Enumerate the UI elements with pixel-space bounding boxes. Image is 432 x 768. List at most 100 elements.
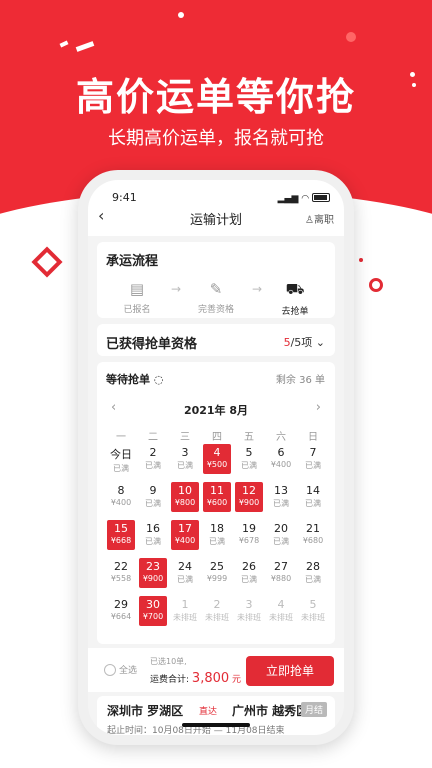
calendar-day[interactable]: 24 已满 [171, 558, 199, 588]
day-price: 未排班 [237, 613, 261, 622]
step-registered: ▤ 已报名 [107, 280, 167, 315]
calendar-day[interactable]: 23 ¥900 [139, 558, 167, 588]
calendar-day[interactable]: 14 已满 [299, 482, 327, 512]
day-number: 21 [306, 522, 320, 535]
arrow-icon: → [171, 282, 182, 296]
day-price: 已满 [305, 575, 321, 584]
day-number: 17 [178, 522, 192, 535]
day-price: 已满 [273, 499, 289, 508]
day-price: ¥558 [110, 574, 132, 583]
status-icons: ▂▄▆ ◠ [278, 192, 330, 204]
next-month-button[interactable]: › [316, 400, 321, 415]
settlement-badge: 月结 [300, 702, 327, 717]
day-number: 3 [245, 598, 253, 611]
day-number: 12 [242, 484, 256, 497]
day-number: 15 [114, 522, 128, 535]
calendar-day[interactable]: 19 ¥678 [235, 520, 263, 550]
day-price: 未排班 [301, 613, 325, 622]
step-grab[interactable]: ⛟ 去抢单 [265, 280, 325, 317]
day-number: 30 [146, 598, 160, 611]
day-number: 4 [277, 598, 285, 611]
day-number: 28 [306, 560, 320, 573]
confetti-dot [412, 83, 416, 87]
calendar-day[interactable]: 25 ¥999 [203, 558, 231, 588]
remaining-count: 剩余 36 单 [275, 375, 325, 386]
calendar-day[interactable]: 30 ¥700 [139, 596, 167, 626]
day-price: 已满 [305, 461, 321, 470]
select-all-radio[interactable] [104, 664, 116, 676]
calendar-day[interactable]: 11 ¥600 [203, 482, 231, 512]
day-number: 29 [114, 598, 128, 611]
route-card[interactable]: 深圳市 罗湖区 直达 广州市 越秀区 月结 起止时间：10月08日开始 — 11… [97, 696, 335, 735]
calendar-day[interactable]: 2 未排班 [203, 596, 231, 626]
resign-label: 离职 [314, 215, 334, 226]
day-price: ¥900 [142, 574, 164, 583]
signal-icon: ▂▄▆ [277, 194, 299, 204]
calendar-day[interactable]: 22 ¥558 [107, 558, 135, 588]
calendar-day[interactable]: 1 未排班 [171, 596, 199, 626]
day-price: ¥400 [270, 460, 292, 469]
document-icon: ▤ [129, 280, 145, 298]
calendar-day[interactable]: 5 未排班 [299, 596, 327, 626]
day-price: 未排班 [173, 613, 197, 622]
day-number: 23 [146, 560, 160, 573]
day-number: 13 [274, 484, 288, 497]
calendar-day[interactable]: 5 已满 [235, 444, 263, 474]
phone-screen: 9:41 ▂▄▆ ◠ ‹ 运输计划 ♙离职 承运流程 ▤ 已报名 → ✎ 完善资… [88, 180, 344, 735]
day-price: ¥668 [110, 536, 132, 545]
day-number: 22 [114, 560, 128, 573]
day-number: 6 [277, 446, 285, 459]
grab-order-button[interactable]: 立即抢单 [246, 656, 334, 686]
calendar-day[interactable]: 17 ¥400 [171, 520, 199, 550]
calendar-day[interactable]: 8 ¥400 [107, 482, 135, 512]
day-number: 11 [210, 484, 224, 497]
month-label: 2021年 8月 [183, 404, 249, 417]
step-label: 去抢单 [281, 307, 309, 317]
calendar-day[interactable]: 18 已满 [203, 520, 231, 550]
diamond-decoration [31, 246, 63, 278]
day-price: 未排班 [205, 613, 229, 622]
calendar-day[interactable]: 20 已满 [267, 520, 295, 550]
day-number: 18 [210, 522, 224, 535]
calendar-day[interactable]: 16 已满 [139, 520, 167, 550]
calendar-day[interactable]: 9 已满 [139, 482, 167, 512]
calendar-day[interactable]: 28 已满 [299, 558, 327, 588]
qualification-card[interactable]: 已获得抢单资格 5/5项 ⌄ [97, 324, 335, 356]
day-number: 24 [178, 560, 192, 573]
bottom-bar: 全选 已选10单, 运费合计: 3,800 元 立即抢单 [88, 648, 344, 692]
calendar-day[interactable]: 12 ¥900 [235, 482, 263, 512]
confetti-bar [75, 41, 95, 52]
day-price: ¥500 [206, 460, 228, 469]
day-number: 10 [178, 484, 192, 497]
day-number: 9 [149, 484, 157, 497]
day-price: 已满 [177, 575, 193, 584]
calendar-day[interactable]: 21 ¥680 [299, 520, 327, 550]
route-destination: 广州市 越秀区 [232, 704, 309, 718]
calendar-day[interactable]: 今日 已满 [107, 444, 135, 474]
truck-icon: ⛟ [285, 280, 305, 298]
confetti-dot [178, 12, 184, 18]
day-number: 19 [242, 522, 256, 535]
calendar-day[interactable]: 15 ¥668 [107, 520, 135, 550]
calendar-day[interactable]: 26 已满 [235, 558, 263, 588]
calendar-day[interactable]: 3 已满 [171, 444, 199, 474]
day-price: ¥680 [302, 536, 324, 545]
calendar-day[interactable]: 29 ¥664 [107, 596, 135, 626]
calendar-day[interactable]: 6 ¥400 [267, 444, 295, 474]
process-title: 承运流程 [106, 254, 159, 269]
calendar-day[interactable]: 4 未排班 [267, 596, 295, 626]
day-number: 4 [213, 446, 221, 459]
day-number: 2 [213, 598, 221, 611]
calendar-day[interactable]: 4 ¥500 [203, 444, 231, 474]
chevron-down-icon: ⌄ [315, 336, 325, 349]
resign-button[interactable]: ♙离职 [305, 211, 334, 226]
calendar-day[interactable]: 3 未排班 [235, 596, 263, 626]
day-number: 3 [181, 446, 189, 459]
day-number: 今日 [110, 448, 132, 461]
calendar-day[interactable]: 27 ¥880 [267, 558, 295, 588]
calendar-day[interactable]: 13 已满 [267, 482, 295, 512]
calendar-day[interactable]: 10 ¥800 [171, 482, 199, 512]
calendar-day[interactable]: 7 已满 [299, 444, 327, 474]
calendar-day[interactable]: 2 已满 [139, 444, 167, 474]
day-price: ¥800 [174, 498, 196, 507]
